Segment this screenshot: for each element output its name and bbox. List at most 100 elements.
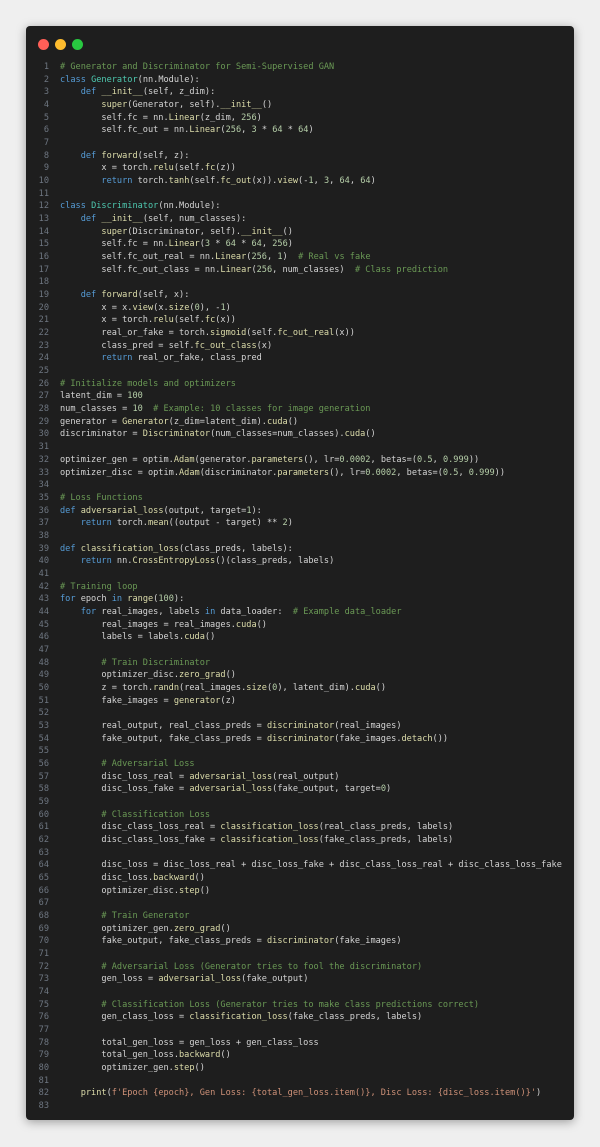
code-text: # Loss Functions [60,492,143,503]
code-text: total_gen_loss.backward() [60,1050,231,1061]
line-number: 74 [38,987,49,998]
code-line: 1 # Generator and Discriminator for Semi-… [26,61,562,74]
code-editor: 1 # Generator and Discriminator for Semi-… [26,61,562,1113]
line-number: 77 [38,1025,49,1036]
code-text: return nn.CrossEntropyLoss()(class_preds… [80,556,335,567]
code-line: 35 # Loss Functions [26,492,562,505]
minimize-icon[interactable] [55,39,66,50]
code-line: 41 [26,568,562,581]
code-line: 46 labels = labels.cuda() [26,631,562,644]
line-number: 60 [38,809,49,820]
line-number: 29 [38,416,49,427]
line-number: 14 [38,226,49,237]
line-number: 20 [38,302,49,313]
line-number: 36 [38,505,49,516]
line-number: 46 [38,632,49,643]
line-number: 54 [38,733,49,744]
code-line: 36 def adversarial_loss(output, target=1)… [26,505,562,518]
line-number: 47 [38,644,49,655]
code-line: 20 x = x.view(x.size(0), -1) [26,302,562,315]
code-text: self.fc = nn.Linear(z_dim, 256) [60,112,262,123]
line-number: 78 [38,1037,49,1048]
line-number: 71 [38,949,49,960]
code-line: 73 gen_loss = adversarial_loss(fake_outp… [26,973,562,986]
line-number: 31 [38,442,49,453]
code-line: 19 def forward(self, x): [26,289,562,302]
code-line: 21 x = torch.relu(self.fc(x)) [26,314,562,327]
code-line: 38 [26,530,562,543]
code-line: 67 [26,897,562,910]
code-line: 15 self.fc = nn.Linear(3 * 64 * 64, 256) [26,238,562,251]
code-text: # Initialize models and optimizers [60,378,236,389]
line-number: 38 [38,530,49,541]
line-number: 9 [43,163,49,174]
code-text: real_images = real_images.cuda() [60,619,267,630]
line-number: 49 [38,670,49,681]
code-line: 51 fake_images = generator(z) [26,695,562,708]
line-number: 24 [38,353,49,364]
code-line: 34 [26,479,562,492]
code-text: # Classification Loss [101,809,211,820]
line-number: 63 [38,847,49,858]
code-text: # Generator and Discriminator for Semi-S… [60,62,335,72]
code-text: return real_or_fake, class_pred [101,353,262,364]
line-number: 53 [38,720,49,731]
code-line: 11 [26,188,562,201]
line-number: 19 [38,290,49,301]
code-text: self.fc_out_class = nn.Linear(256, num_c… [60,264,449,275]
code-line: 13 def __init__(self, num_classes): [26,213,562,226]
code-line: 32 optimizer_gen = optim.Adam(generator.p… [26,454,562,467]
code-line: 42 # Training loop [26,581,562,594]
code-text: print(f'Epoch {epoch}, Gen Loss: {total_… [80,1088,542,1099]
line-number: 44 [38,606,49,617]
code-line: 3 def __init__(self, z_dim): [26,86,562,99]
line-number: 11 [38,188,49,199]
code-text: total_gen_loss = gen_loss + gen_class_lo… [60,1037,319,1048]
code-text: discriminator = Discriminator(num_classe… [60,429,376,440]
line-number: 8 [43,150,49,161]
line-number: 68 [38,911,49,922]
code-line: 26 # Initialize models and optimizers [26,378,562,391]
code-line: 39 def classification_loss(class_preds, l… [26,543,562,556]
code-text: z = torch.randn(real_images.size(0), lat… [60,682,387,693]
code-text: fake_output, fake_class_preds = discrimi… [60,733,449,744]
line-number: 12 [38,201,49,212]
code-text: disc_loss_fake = adversarial_loss(fake_o… [60,784,392,795]
line-number: 4 [43,100,49,111]
line-number: 76 [38,1012,49,1023]
code-text: self.fc_out = nn.Linear(256, 3 * 64 * 64… [60,125,314,136]
code-line: 28 num_classes = 10 # Example: 10 classes… [26,403,562,416]
code-text: class Discriminator(nn.Module): [60,201,221,212]
code-line: 57 disc_loss_real = adversarial_loss(rea… [26,771,562,784]
line-number: 52 [38,708,49,719]
maximize-icon[interactable] [72,39,83,50]
code-text: labels = labels.cuda() [60,632,216,643]
code-text: def forward(self, x): [80,290,190,301]
line-number: 3 [43,87,49,98]
line-number: 40 [38,556,49,567]
code-line: 37 return torch.mean((output - target) *… [26,517,562,530]
close-icon[interactable] [38,39,49,50]
code-line: 6 self.fc_out = nn.Linear(256, 3 * 64 * … [26,124,562,137]
line-number: 57 [38,771,49,782]
code-line: 74 [26,986,562,999]
line-number: 45 [38,619,49,630]
code-line: 4 super(Generator, self).__init__() [26,99,562,112]
code-text: optimizer_disc.zero_grad() [60,670,236,681]
code-line: 52 [26,707,562,720]
line-number: 72 [38,961,49,972]
line-number: 26 [38,378,49,389]
line-number: 79 [38,1050,49,1061]
code-line: 83 [26,1100,562,1113]
code-line: 17 self.fc_out_class = nn.Linear(256, nu… [26,264,562,277]
code-text: # Train Discriminator [101,657,211,668]
code-line: 79 total_gen_loss.backward() [26,1049,562,1062]
line-number: 21 [38,315,49,326]
line-number: 35 [38,492,49,503]
line-number: 70 [38,936,49,947]
line-number: 65 [38,873,49,883]
code-line: 60 # Classification Loss [26,809,562,822]
code-line: 23 class_pred = self.fc_out_class(x) [26,340,562,353]
code-line: 8 def forward(self, z): [26,150,562,163]
line-number: 22 [38,328,49,339]
